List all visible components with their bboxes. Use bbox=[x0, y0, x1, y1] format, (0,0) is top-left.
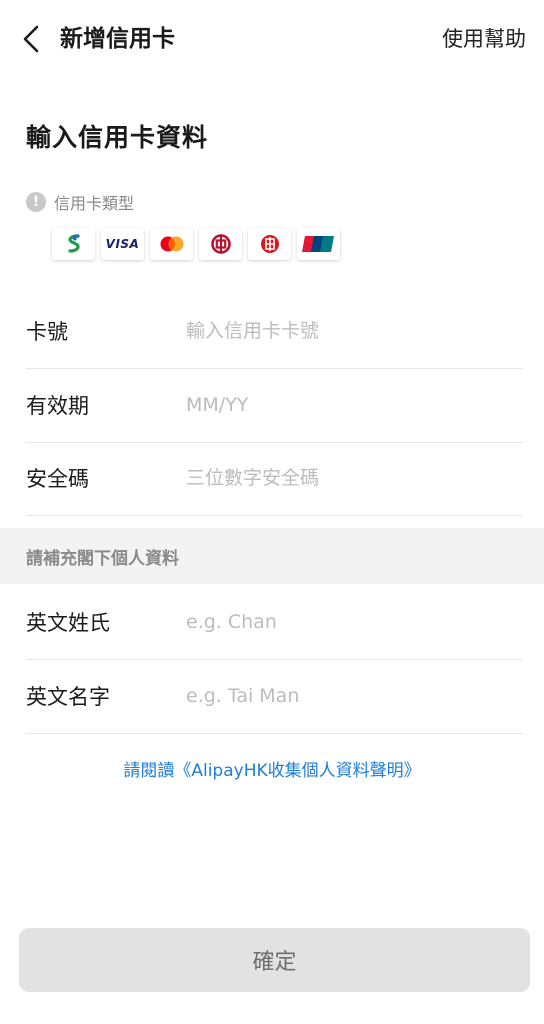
expiry-row: 有效期 bbox=[26, 368, 523, 443]
cvv-label: 安全碼 bbox=[26, 467, 89, 491]
surname-label: 英文姓氏 bbox=[26, 611, 110, 635]
mastercard-logo-icon bbox=[150, 228, 193, 260]
privacy-statement-link[interactable]: 請閱讀《AlipayHK收集個人資料聲明》 bbox=[0, 756, 544, 781]
visa-logo-icon: VISA bbox=[101, 228, 144, 260]
surname-row: 英文姓氏 bbox=[26, 585, 523, 660]
cvv-input[interactable] bbox=[186, 467, 523, 489]
unionpay-logo-icon bbox=[297, 228, 340, 260]
back-button[interactable] bbox=[14, 20, 48, 58]
card-type-label: 信用卡類型 bbox=[54, 194, 135, 213]
card-number-row: 卡號 bbox=[26, 294, 523, 369]
card-number-input[interactable] bbox=[186, 320, 523, 342]
cvv-row: 安全碼 bbox=[26, 441, 523, 516]
given-name-label: 英文名字 bbox=[26, 685, 110, 709]
page-title: 新增信用卡 bbox=[60, 26, 175, 52]
supported-card-logos: VISA bbox=[52, 228, 340, 260]
surname-input[interactable] bbox=[186, 611, 523, 633]
expiry-input[interactable] bbox=[186, 394, 523, 416]
card-number-label: 卡號 bbox=[26, 320, 68, 344]
add-credit-card-page: 新增信用卡 使用幫助 輸入信用卡資料 ! 信用卡類型 VISA 卡號 輸入信用卡… bbox=[0, 0, 544, 1024]
visa-wordmark: VISA bbox=[105, 237, 140, 251]
standard-chartered-logo-icon bbox=[52, 228, 95, 260]
expiry-label: 有效期 bbox=[26, 394, 89, 418]
given-name-input[interactable] bbox=[186, 685, 523, 707]
given-name-row: 英文名字 bbox=[26, 659, 523, 734]
section-heading: 輸入信用卡資料 bbox=[26, 123, 209, 152]
card-type-row: ! 信用卡類型 bbox=[26, 190, 134, 214]
top-nav-bar: 新增信用卡 使用幫助 bbox=[0, 0, 544, 78]
chevron-left-icon bbox=[23, 25, 39, 53]
icbc-logo-icon bbox=[248, 228, 291, 260]
personal-info-section-header: 請補充閣下個人資料 bbox=[0, 528, 544, 584]
help-link[interactable]: 使用幫助 bbox=[442, 22, 526, 56]
info-icon[interactable]: ! bbox=[26, 192, 46, 212]
bank-of-china-logo-icon bbox=[199, 228, 242, 260]
confirm-button[interactable]: 確定 bbox=[19, 928, 530, 992]
personal-info-heading: 請補充閣下個人資料 bbox=[26, 548, 179, 569]
